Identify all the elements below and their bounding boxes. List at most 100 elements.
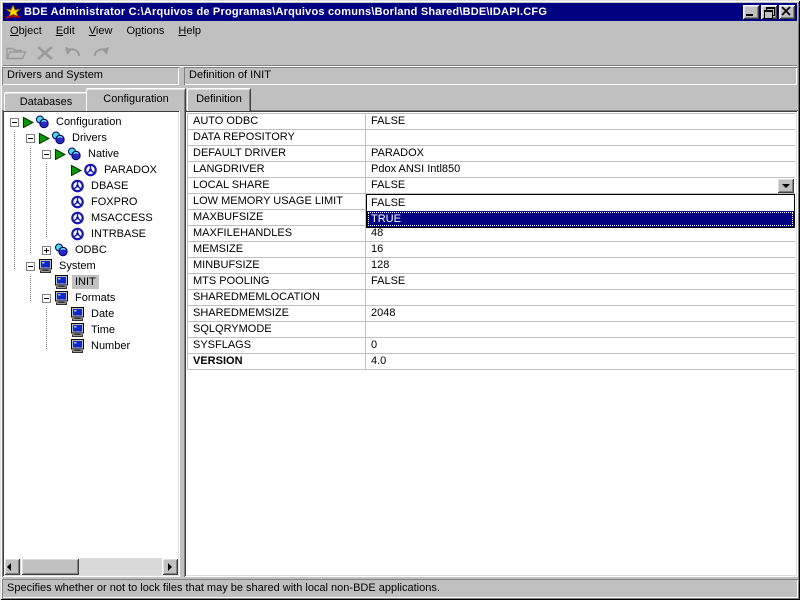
property-row-sqlqrymode[interactable]: SQLQRYMODE (188, 322, 795, 338)
tree-item-label[interactable]: Native (85, 147, 122, 161)
menu-view[interactable]: View (82, 23, 120, 39)
property-row-sysflags[interactable]: SYSFLAGS0 (188, 338, 795, 354)
property-row-minbufsize[interactable]: MINBUFSIZE128 (188, 258, 795, 274)
property-value[interactable]: 4.0 (366, 354, 795, 369)
tree-item-label[interactable]: FOXPRO (88, 195, 140, 209)
property-value[interactable]: 16 (366, 242, 795, 257)
redo-button[interactable] (87, 42, 115, 64)
menu-help[interactable]: Help (171, 23, 208, 39)
tree-item-drivers[interactable]: Drivers (4, 130, 178, 146)
tree-item-label[interactable]: PARADOX (101, 163, 160, 177)
tree-item-intrbase[interactable]: INTRBASE (4, 226, 178, 242)
scrollbar-thumb[interactable] (21, 558, 79, 575)
tab-definition[interactable]: Definition (187, 88, 251, 111)
collapse-box-icon[interactable] (26, 134, 35, 143)
property-value[interactable]: Pdox ANSI Intl850 (366, 162, 795, 177)
tree-item-label[interactable]: DBASE (88, 179, 131, 193)
tree-item-date[interactable]: Date (4, 306, 178, 322)
tree-item-native[interactable]: Native (4, 146, 178, 162)
minimize-button[interactable] (743, 5, 759, 19)
property-value[interactable] (366, 290, 795, 305)
menu-object[interactable]: Object (3, 23, 49, 39)
property-value[interactable] (366, 130, 795, 145)
property-row-sharedmemsize[interactable]: SHAREDMEMSIZE2048 (188, 306, 795, 322)
property-row-auto-odbc[interactable]: AUTO ODBCFALSE (188, 114, 795, 130)
configuration-tree-panel: Configuration Drivers Native PARADOX DBASE FO… (2, 110, 180, 577)
property-value[interactable]: 2048 (366, 306, 795, 321)
tree-item-label[interactable]: ODBC (72, 243, 110, 257)
dropdown-option-true[interactable]: TRUE (367, 211, 794, 227)
undo-button[interactable] (59, 42, 87, 64)
tree-item-label[interactable]: System (56, 259, 99, 273)
property-row-local-share[interactable]: LOCAL SHAREFALSE (188, 178, 795, 194)
property-value[interactable]: PARADOX (366, 146, 795, 161)
tree-item-foxpro[interactable]: FOXPRO (4, 194, 178, 210)
active-green-arrow-icon (38, 133, 51, 144)
tree-item-system[interactable]: System (4, 258, 178, 274)
tree-item-dbase[interactable]: DBASE (4, 178, 178, 194)
menu-options[interactable]: Options (119, 23, 171, 39)
property-row-mts-pooling[interactable]: MTS POOLINGFALSE (188, 274, 795, 290)
app-icon[interactable] (5, 5, 21, 20)
menu-bar: Object Edit View Options Help (3, 22, 797, 40)
scroll-right-button[interactable] (162, 558, 178, 575)
property-value[interactable] (366, 322, 795, 337)
tree-item-init[interactable]: INIT (4, 274, 178, 290)
tree-item-label[interactable]: Formats (72, 291, 118, 305)
tree-item-time[interactable]: Time (4, 322, 178, 338)
tab-configuration[interactable]: Configuration (86, 88, 186, 111)
collapse-box-icon[interactable] (26, 262, 35, 271)
tree-item-odbc[interactable]: ODBC (4, 242, 178, 258)
undo-icon (62, 45, 84, 61)
property-value[interactable]: FALSE (366, 114, 795, 129)
property-row-sharedmemlocation[interactable]: SHAREDMEMLOCATION (188, 290, 795, 306)
property-name: SYSFLAGS (188, 338, 366, 353)
property-value[interactable]: 48 (366, 226, 795, 241)
open-button[interactable] (3, 42, 31, 64)
delete-x-icon (35, 45, 55, 61)
tree-item-label[interactable]: INTRBASE (88, 227, 149, 241)
tree-item-label[interactable]: Time (88, 323, 118, 337)
property-row-maxfilehandles[interactable]: MAXFILEHANDLES48 (188, 226, 795, 242)
property-row-memsize[interactable]: MEMSIZE16 (188, 242, 795, 258)
property-value[interactable]: 0 (366, 338, 795, 353)
property-name: LOW MEMORY USAGE LIMIT (188, 194, 366, 209)
tree-item-label[interactable]: Drivers (69, 131, 110, 145)
property-row-default-driver[interactable]: DEFAULT DRIVERPARADOX (188, 146, 795, 162)
restore-button[interactable] (761, 5, 777, 19)
remove-button[interactable] (31, 42, 59, 64)
property-value[interactable]: FALSE (366, 274, 795, 289)
collapse-box-icon[interactable] (10, 118, 19, 127)
tree-item-label[interactable]: Date (88, 307, 117, 321)
tree-item-label[interactable]: Number (88, 339, 133, 353)
collapse-box-icon[interactable] (42, 294, 51, 303)
close-button[interactable] (779, 5, 795, 19)
tree-item-configuration[interactable]: Configuration (4, 114, 178, 130)
property-value[interactable]: 128 (366, 258, 795, 273)
tree-item-label[interactable]: INIT (72, 275, 99, 289)
tab-databases[interactable]: Databases (4, 92, 88, 111)
tree-horizontal-scrollbar[interactable] (4, 558, 178, 575)
tree-item-label[interactable]: Configuration (53, 115, 124, 129)
tree-item-paradox[interactable]: PARADOX (4, 162, 178, 178)
dropdown-option-false[interactable]: FALSE (367, 195, 794, 211)
property-row-data-repository[interactable]: DATA REPOSITORY (188, 130, 795, 146)
tree-item-label[interactable]: MSACCESS (88, 211, 156, 225)
expand-box-icon[interactable] (42, 246, 51, 255)
scroll-left-button[interactable] (4, 558, 20, 575)
property-value[interactable]: FALSE (366, 178, 795, 193)
property-row-version[interactable]: VERSION4.0 (188, 354, 795, 370)
tree-item-msaccess[interactable]: MSACCESS (4, 210, 178, 226)
collapse-box-icon[interactable] (42, 150, 51, 159)
definition-panel: AUTO ODBCFALSEDATA REPOSITORYDEFAULT DRI… (184, 110, 798, 577)
menu-edit[interactable]: Edit (49, 23, 82, 39)
driver-wheel-icon (70, 195, 88, 209)
property-row-langdriver[interactable]: LANGDRIVERPdox ANSI Intl850 (188, 162, 795, 178)
combo-dropdown-button[interactable] (777, 178, 794, 193)
computer-icon (70, 307, 88, 321)
tree-item-formats[interactable]: Formats (4, 290, 178, 306)
driver-wheel-icon (70, 179, 88, 193)
tree-item-number[interactable]: Number (4, 338, 178, 354)
computer-icon (54, 275, 72, 289)
title-bar[interactable]: BDE Administrator C:\Arquivos de Program… (3, 3, 797, 21)
